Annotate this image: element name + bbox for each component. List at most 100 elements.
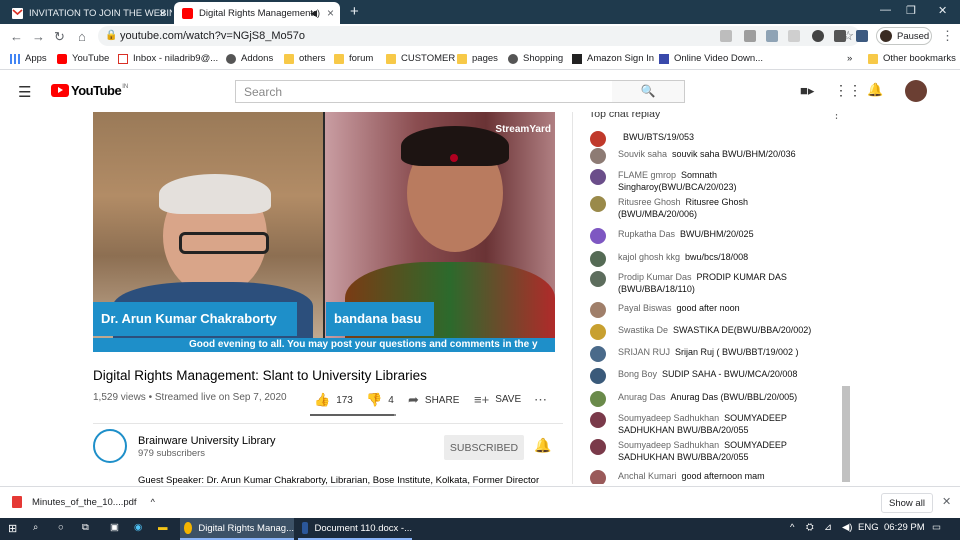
dislike-button[interactable]: 👎 4	[366, 392, 394, 408]
search-icon[interactable]: ⌕	[33, 522, 38, 533]
avatar[interactable]	[590, 324, 606, 340]
bookmark-customer[interactable]: CUSTOMER	[386, 53, 455, 64]
clock[interactable]: 06:29 PM	[884, 522, 925, 533]
taskbar-app-chrome[interactable]: Digital Rights Manag...	[180, 518, 294, 540]
avatar[interactable]	[590, 131, 606, 147]
back-icon[interactable]: ←	[10, 29, 23, 44]
bookmark-forum[interactable]: forum	[334, 53, 373, 64]
chat-author[interactable]: Anchal Kumari	[618, 471, 677, 481]
bookmark-inbox[interactable]: Inbox - niladrib9@...	[118, 53, 218, 64]
like-button[interactable]: 👍 173	[314, 392, 353, 408]
extension-icon[interactable]	[720, 30, 732, 42]
store-icon[interactable]: ▣	[110, 522, 119, 533]
chat-author[interactable]: Payal Biswas	[618, 303, 672, 313]
tab-invitation[interactable]: INVITATION TO JOIN THE WEBIN ×	[4, 2, 172, 24]
chevron-up-icon[interactable]: ^	[151, 497, 155, 507]
avatar[interactable]	[590, 196, 606, 212]
task-view-icon[interactable]: ⧉	[82, 522, 89, 533]
youtube-logo[interactable]: YouTube IN	[51, 83, 128, 98]
file-explorer-icon[interactable]: ▬	[158, 522, 168, 533]
avatar[interactable]	[590, 271, 606, 287]
apps-grid-icon[interactable]: ⋮⋮	[834, 82, 862, 99]
windows-start-icon[interactable]: ⊞	[8, 522, 17, 535]
notification-bell-icon[interactable]: 🔔	[534, 437, 551, 454]
menu-kebab-icon[interactable]: ⋮	[941, 28, 954, 44]
bookmark-amazon[interactable]: Amazon Sign In	[572, 53, 654, 64]
extensions-puzzle-icon[interactable]	[834, 30, 846, 42]
avatar[interactable]	[590, 148, 606, 164]
chat-author[interactable]: Soumyadeep Sadhukhan	[618, 413, 719, 423]
chat-author[interactable]: SRIJAN RUJ	[618, 347, 670, 357]
avatar[interactable]	[590, 439, 606, 455]
extension-icon[interactable]	[856, 30, 868, 42]
search-button[interactable]: 🔍	[612, 80, 685, 103]
avatar[interactable]	[590, 251, 606, 267]
extension-icon[interactable]	[766, 30, 778, 42]
people-icon[interactable]: ⛭	[806, 522, 814, 533]
chat-author[interactable]: Rupkatha Das	[618, 229, 675, 239]
reload-icon[interactable]: ↻	[54, 29, 65, 45]
avatar[interactable]	[590, 169, 606, 185]
restore-icon[interactable]: ❐	[906, 4, 916, 17]
chat-scrollbar[interactable]	[842, 386, 850, 482]
volume-icon[interactable]: ◀)	[842, 522, 852, 533]
extension-icon[interactable]	[788, 30, 800, 42]
save-button[interactable]: ≡+ SAVE	[474, 392, 521, 407]
channel-name[interactable]: Brainware University Library	[138, 435, 276, 447]
profile-paused-button[interactable]: Paused	[876, 27, 932, 45]
avatar[interactable]	[590, 391, 606, 407]
tray-expand-icon[interactable]: ^	[790, 522, 794, 533]
audio-playing-icon[interactable]: ◀)	[310, 8, 320, 19]
close-tab-icon[interactable]: ×	[159, 6, 166, 20]
avatar[interactable]	[590, 228, 606, 244]
bookmark-pages[interactable]: pages	[457, 53, 498, 64]
avatar[interactable]	[590, 470, 606, 484]
cortana-icon[interactable]: ○	[58, 522, 64, 533]
bookmark-others[interactable]: others	[284, 53, 325, 64]
minimize-icon[interactable]: —	[880, 4, 891, 16]
bookmark-shopping[interactable]: Shopping	[508, 53, 563, 64]
new-tab-icon[interactable]: +	[350, 3, 359, 20]
avatar[interactable]	[590, 302, 606, 318]
chat-author[interactable]: Prodip Kumar Das	[618, 272, 692, 282]
channel-logo[interactable]	[93, 429, 127, 463]
bookmark-other-bookmarks[interactable]: Other bookmarks	[868, 53, 956, 64]
bookmark-youtube[interactable]: YouTube	[57, 53, 109, 64]
bookmark-addons[interactable]: Addons	[226, 53, 273, 64]
window-close-icon[interactable]: ✕	[938, 4, 947, 17]
chat-header[interactable]: Top chat replay	[589, 112, 660, 120]
chat-author[interactable]: FLAME gmrop	[618, 170, 676, 180]
close-tab-icon[interactable]: ×	[327, 6, 334, 20]
notifications-icon[interactable]: ▭	[932, 522, 941, 533]
avatar[interactable]	[590, 346, 606, 362]
close-download-bar-icon[interactable]: ✕	[942, 495, 951, 508]
create-video-icon[interactable]: ■▸	[800, 83, 814, 99]
forward-icon[interactable]: →	[32, 29, 45, 44]
subscribed-button[interactable]: SUBSCRIBED	[444, 435, 524, 460]
taskbar-app-word[interactable]: Document 110.docx -...	[298, 518, 412, 540]
extension-icon[interactable]	[812, 30, 824, 42]
home-icon[interactable]: ⌂	[78, 29, 86, 44]
avatar[interactable]	[905, 80, 927, 102]
extension-icon[interactable]	[744, 30, 756, 42]
avatar[interactable]	[590, 412, 606, 428]
chat-author[interactable]: Souvik saha	[618, 149, 667, 159]
edge-icon[interactable]: ◉	[134, 522, 142, 533]
show-all-button[interactable]: Show all	[881, 493, 933, 513]
search-input[interactable]: Search	[235, 80, 613, 103]
chat-author[interactable]: kajol ghosh kkg	[618, 252, 680, 262]
bookmark-video-downloader[interactable]: Online Video Down...	[659, 53, 763, 64]
network-icon[interactable]: ⊿	[824, 522, 832, 533]
download-item[interactable]: Minutes_of_the_10....pdf ^	[12, 496, 155, 508]
notifications-bell-icon[interactable]: 🔔	[867, 82, 883, 98]
more-bookmarks-icon[interactable]: »	[847, 53, 852, 64]
chat-author[interactable]: Anurag Das	[618, 392, 666, 402]
chat-author[interactable]: Bong Boy	[618, 369, 657, 379]
chat-author[interactable]: Soumyadeep Sadhukhan	[618, 440, 719, 450]
hamburger-menu-icon[interactable]: ☰	[18, 83, 31, 101]
bookmark-apps[interactable]: Apps	[10, 53, 47, 64]
avatar[interactable]	[590, 368, 606, 384]
more-actions-button[interactable]: ⋯	[534, 392, 553, 408]
video-player[interactable]: StreamYard Dr. Arun Kumar Chakraborty ba…	[93, 112, 555, 352]
chat-menu-icon[interactable]: ⋮	[831, 112, 842, 121]
